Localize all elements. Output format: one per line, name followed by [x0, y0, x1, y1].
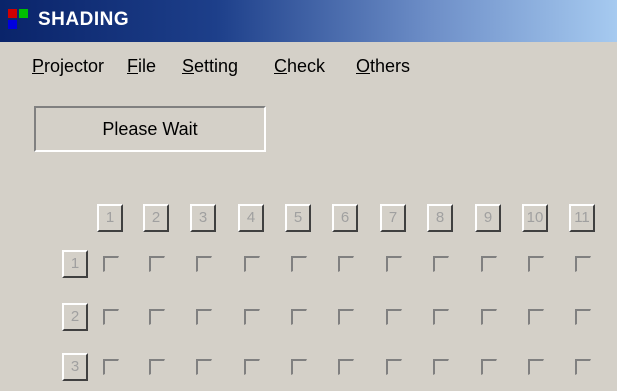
cell-checkbox-r3-c6[interactable]	[338, 359, 354, 375]
column-button-8[interactable]: 8	[427, 204, 453, 232]
shading-window: SHADING Projector File Setting Check Oth…	[0, 0, 617, 391]
cell-checkbox-r1-c7[interactable]	[386, 256, 402, 272]
cell-checkbox-r3-c8[interactable]	[433, 359, 449, 375]
cell-checkbox-r1-c8[interactable]	[433, 256, 449, 272]
cell-checkbox-r2-c4[interactable]	[244, 309, 260, 325]
cell-checkbox-r2-c8[interactable]	[433, 309, 449, 325]
app-icon	[8, 9, 28, 29]
cell-checkbox-r2-c3[interactable]	[196, 309, 212, 325]
column-button-5[interactable]: 5	[285, 204, 311, 232]
cell-checkbox-r3-c5[interactable]	[291, 359, 307, 375]
cell-checkbox-r3-c4[interactable]	[244, 359, 260, 375]
menu-bar: Projector File Setting Check Others	[0, 42, 617, 92]
column-button-1[interactable]: 1	[97, 204, 123, 232]
cell-checkbox-r1-c1[interactable]	[103, 256, 119, 272]
cell-checkbox-r3-c7[interactable]	[386, 359, 402, 375]
cell-checkbox-r1-c10[interactable]	[528, 256, 544, 272]
cell-checkbox-r3-c1[interactable]	[103, 359, 119, 375]
cell-checkbox-r2-c10[interactable]	[528, 309, 544, 325]
row-button-2[interactable]: 2	[62, 303, 88, 331]
cell-checkbox-r2-c2[interactable]	[149, 309, 165, 325]
menu-setting[interactable]: Setting	[182, 56, 238, 77]
cell-checkbox-r3-c10[interactable]	[528, 359, 544, 375]
cell-checkbox-r1-c9[interactable]	[481, 256, 497, 272]
menu-check-accel: C	[274, 56, 287, 76]
cell-checkbox-r2-c6[interactable]	[338, 309, 354, 325]
column-button-10[interactable]: 10	[522, 204, 548, 232]
cell-checkbox-r2-c7[interactable]	[386, 309, 402, 325]
row-button-3[interactable]: 3	[62, 353, 88, 381]
menu-projector[interactable]: Projector	[32, 56, 104, 77]
menu-others[interactable]: Others	[356, 56, 410, 77]
menu-file-label: ile	[138, 56, 157, 76]
column-button-2[interactable]: 2	[143, 204, 169, 232]
status-box: Please Wait	[34, 106, 266, 152]
cell-checkbox-r1-c5[interactable]	[291, 256, 307, 272]
cell-checkbox-r1-c4[interactable]	[244, 256, 260, 272]
menu-setting-accel: S	[182, 56, 195, 76]
menu-check-label: heck	[287, 56, 326, 76]
column-button-11[interactable]: 11	[569, 204, 595, 232]
cell-checkbox-r3-c9[interactable]	[481, 359, 497, 375]
column-button-9[interactable]: 9	[475, 204, 501, 232]
title-bar[interactable]: SHADING	[0, 0, 617, 42]
menu-others-accel: O	[356, 56, 371, 76]
cell-checkbox-r1-c6[interactable]	[338, 256, 354, 272]
window-title: SHADING	[38, 9, 130, 30]
menu-projector-accel: P	[32, 56, 45, 76]
menu-file-accel: F	[127, 56, 138, 76]
menu-setting-label: etting	[194, 56, 239, 76]
cell-checkbox-r1-c2[interactable]	[149, 256, 165, 272]
cell-checkbox-r2-c5[interactable]	[291, 309, 307, 325]
cell-checkbox-r1-c11[interactable]	[575, 256, 591, 272]
column-button-4[interactable]: 4	[238, 204, 264, 232]
column-button-6[interactable]: 6	[332, 204, 358, 232]
cell-checkbox-r3-c3[interactable]	[196, 359, 212, 375]
cell-checkbox-r2-c9[interactable]	[481, 309, 497, 325]
menu-check[interactable]: Check	[274, 56, 325, 77]
menu-file[interactable]: File	[127, 56, 156, 77]
row-button-1[interactable]: 1	[62, 250, 88, 278]
cell-checkbox-r3-c2[interactable]	[149, 359, 165, 375]
cell-checkbox-r1-c3[interactable]	[196, 256, 212, 272]
cell-checkbox-r2-c11[interactable]	[575, 309, 591, 325]
menu-others-label: thers	[370, 56, 411, 76]
cell-checkbox-r2-c1[interactable]	[103, 309, 119, 325]
menu-projector-label: rojector	[44, 56, 105, 76]
column-button-3[interactable]: 3	[190, 204, 216, 232]
column-button-7[interactable]: 7	[380, 204, 406, 232]
cell-checkbox-r3-c11[interactable]	[575, 359, 591, 375]
